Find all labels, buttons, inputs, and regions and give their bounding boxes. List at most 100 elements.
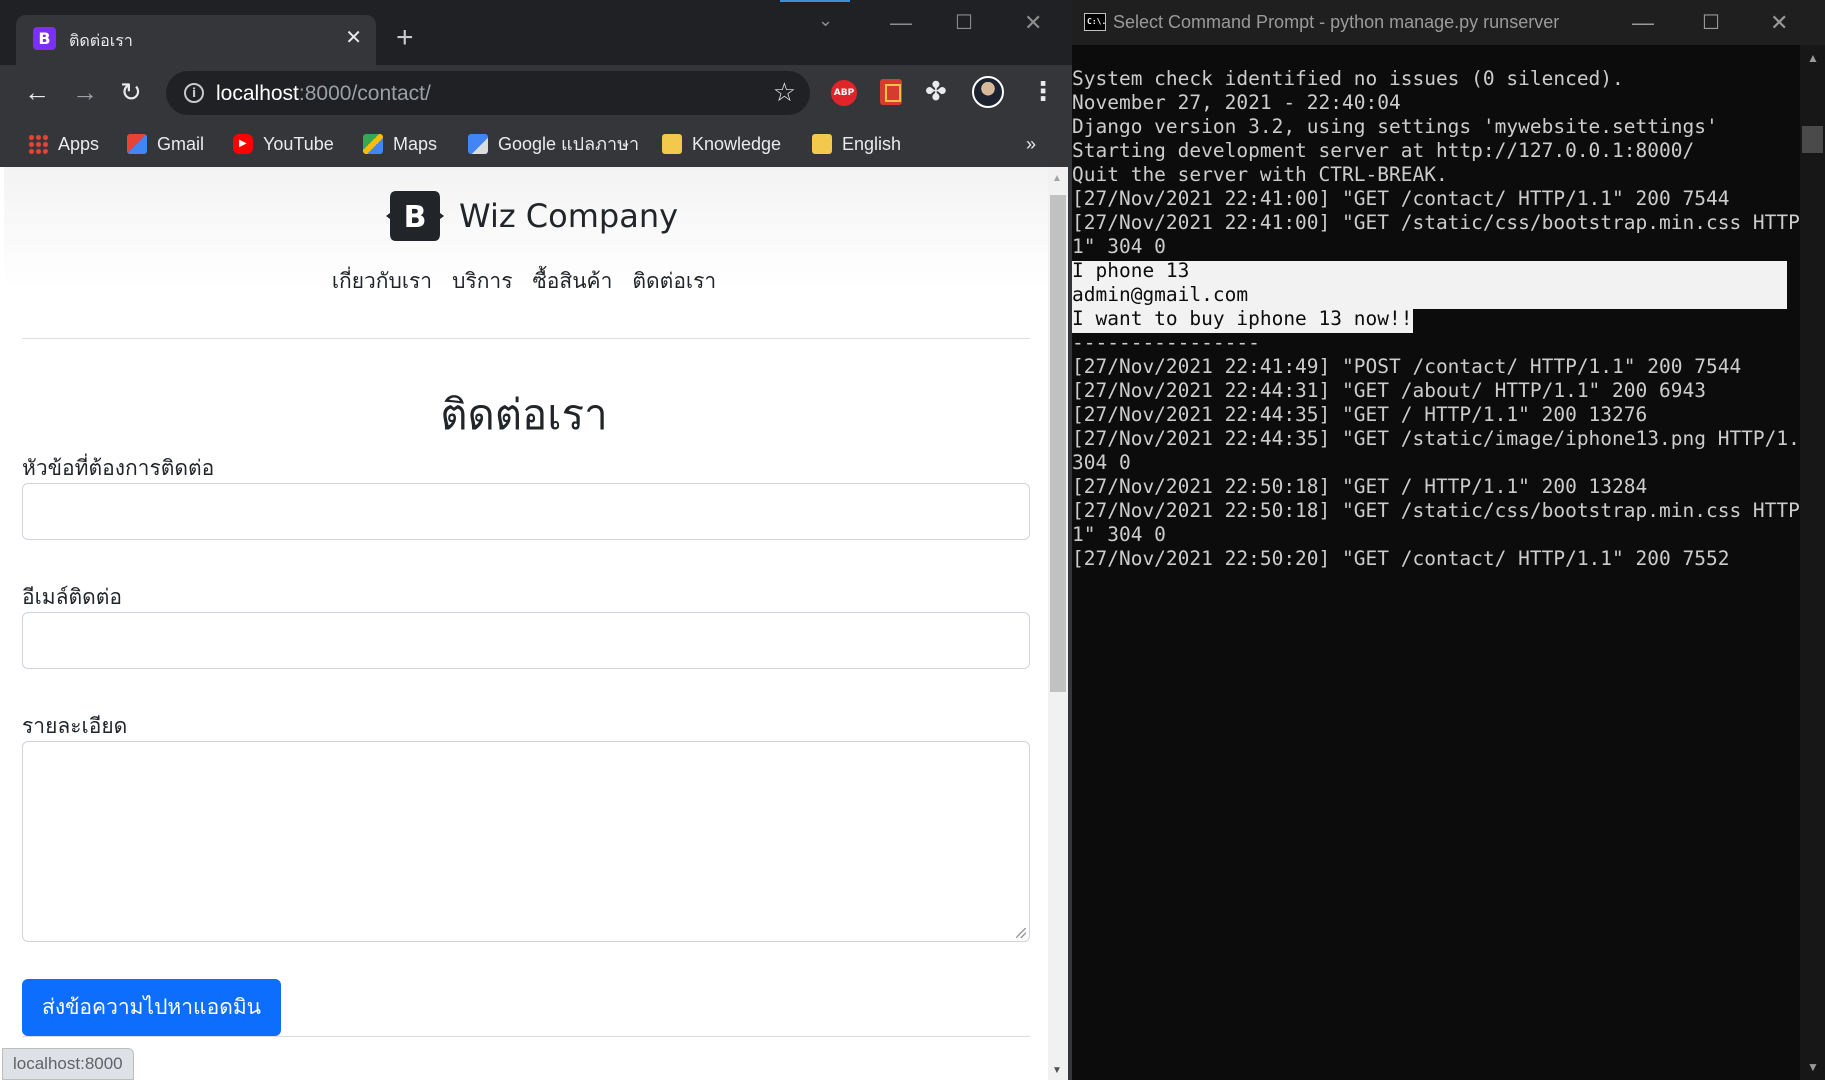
bookmark-label: Gmail <box>157 134 205 154</box>
subject-label: หัวข้อที่ต้องการติดต่อ <box>22 456 215 480</box>
url-host: localhost <box>216 82 299 105</box>
address-bar[interactable]: i localhost:8000/contact/ ☆ <box>166 71 810 115</box>
brand-logo-letter: B <box>404 200 427 235</box>
bookmark-maps[interactable]: Maps <box>363 133 437 157</box>
command-prompt-window: C:\. Select Command Prompt - python mana… <box>1072 0 1825 1080</box>
browser-menu-icon[interactable]: ⋮ <box>1030 77 1056 105</box>
cmd-scroll-thumb[interactable] <box>1802 126 1823 153</box>
console-line: admin@gmail.com <box>1072 283 1249 306</box>
detail-label: รายละเอียด <box>22 714 128 738</box>
scroll-thumb[interactable] <box>1050 195 1066 692</box>
detail-textarea[interactable] <box>22 741 1030 942</box>
minimize-icon[interactable]: — <box>890 10 912 36</box>
status-bubble: localhost:8000 <box>2 1048 134 1080</box>
bookmark-label: YouTube <box>263 134 334 154</box>
new-tab-icon[interactable]: + <box>396 20 414 56</box>
bookmark-google-translate[interactable]: Google แปลภาษา <box>468 133 639 157</box>
resize-grip-icon[interactable] <box>1016 928 1026 938</box>
url-text[interactable]: localhost:8000/contact/ <box>216 82 431 106</box>
bookmarks-bar: Apps Gmail YouTube Maps Google แปลภาษา K… <box>0 121 1072 167</box>
cmd-scroll-up-icon[interactable]: ▲ <box>1807 51 1819 65</box>
page-scrollbar[interactable]: ▲ ▼ <box>1048 167 1068 1080</box>
tab-contact[interactable]: B ติดต่อเรา ✕ <box>16 15 376 65</box>
console-line: [27/Nov/2021 22:44:35] "GET /static/imag… <box>1072 427 1824 450</box>
bookmark-label: Knowledge <box>692 134 782 154</box>
google-translate-icon <box>468 134 488 154</box>
nav-contact[interactable]: ติดต่อเรา <box>632 265 716 298</box>
profile-avatar[interactable] <box>972 76 1004 108</box>
browser-window: B ติดต่อเรา ✕ + ⌄ — ☐ ✕ ← → ↻ i localhos… <box>0 0 1072 1080</box>
close-window-icon[interactable]: ✕ <box>1024 10 1042 36</box>
url-path: :8000/contact/ <box>298 82 431 105</box>
cmd-scroll-down-icon[interactable]: ▼ <box>1807 1060 1819 1074</box>
cmd-minimize-icon[interactable]: — <box>1632 10 1654 36</box>
bookmark-youtube[interactable]: YouTube <box>233 133 334 157</box>
console-line: I want to buy iphone 13 now!!! <box>1072 307 1425 330</box>
scroll-up-icon[interactable]: ▲ <box>1052 173 1062 184</box>
tab-title: ติดต่อเรา <box>69 33 133 50</box>
extension-icon[interactable] <box>880 79 902 105</box>
console-line: Starting development server at http://12… <box>1072 139 1695 162</box>
cmd-close-icon[interactable]: ✕ <box>1770 10 1788 36</box>
site-info-icon[interactable]: i <box>184 83 204 103</box>
console-line: [27/Nov/2021 22:44:35] "GET / HTTP/1.1" … <box>1072 403 1648 426</box>
bookmark-label: English <box>842 134 902 154</box>
console-line: 304 0 <box>1072 451 1131 474</box>
console-line: I phone 13 <box>1072 259 1190 282</box>
gmail-icon <box>127 134 147 154</box>
cmd-title: Select Command Prompt - python manage.py… <box>1113 12 1560 32</box>
folder-icon <box>812 134 832 154</box>
bookmark-folder-knowledge[interactable]: Knowledge <box>662 133 781 157</box>
bookmarks-more-icon[interactable]: » <box>1026 133 1036 157</box>
scroll-down-icon[interactable]: ▼ <box>1052 1065 1062 1076</box>
forward-icon[interactable]: → <box>72 77 98 107</box>
bookmark-label: Maps <box>393 134 438 154</box>
console-line: Quit the server with CTRL-BREAK. <box>1072 163 1448 186</box>
web-page: B Wiz Company เกี่ยวกับเรา บริการ ซื้อสินค… <box>4 167 1048 1080</box>
console-line: 1" 304 0 <box>1072 523 1166 546</box>
bookmark-apps[interactable]: Apps <box>28 133 99 157</box>
cmd-maximize-icon[interactable]: ☐ <box>1702 10 1720 35</box>
console-output[interactable]: System check identified no issues (0 sil… <box>1072 45 1825 1080</box>
console-line: [27/Nov/2021 22:41:00] "GET /static/css/… <box>1072 211 1825 234</box>
email-input[interactable] <box>22 612 1030 669</box>
tab-strip-accent <box>780 0 850 2</box>
apps-grid-icon <box>28 134 48 154</box>
maps-icon <box>363 134 383 154</box>
console-line: [27/Nov/2021 22:50:18] "GET /static/css/… <box>1072 499 1825 522</box>
extensions-puzzle-icon[interactable]: ✤ <box>925 76 947 107</box>
back-icon[interactable]: ← <box>24 77 50 107</box>
nav-shop[interactable]: ซื้อสินค้า <box>533 265 613 298</box>
adblock-icon[interactable]: ABP <box>831 80 857 106</box>
submit-button[interactable]: ส่งข้อความไปหาแอดมิน <box>22 979 282 1036</box>
brand-name: Wiz Company <box>459 197 679 235</box>
console-line: System check identified no issues (0 sil… <box>1072 67 1624 90</box>
nav-about[interactable]: เกี่ยวกับเรา <box>332 265 432 298</box>
site-nav: เกี่ยวกับเรา บริการ ซื้อสินค้า ติดต่อเรา <box>4 265 1044 298</box>
browser-toolbar: ← → ↻ i localhost:8000/contact/ ☆ ABP ✤ … <box>0 65 1072 121</box>
bookmark-gmail[interactable]: Gmail <box>127 133 204 157</box>
cmd-titlebar: C:\. Select Command Prompt - python mana… <box>1072 0 1825 45</box>
nav-services[interactable]: บริการ <box>452 265 512 298</box>
console-lines: System check identified no issues (0 sil… <box>1072 67 1825 571</box>
email-label: อีเมล์ติดต่อ <box>22 585 123 609</box>
maximize-icon[interactable]: ☐ <box>955 10 973 35</box>
tab-search-icon[interactable]: ⌄ <box>818 10 833 31</box>
console-line: [27/Nov/2021 22:44:31] "GET /about/ HTTP… <box>1072 379 1706 402</box>
cmd-scrollbar[interactable]: ▲ ▼ <box>1800 45 1825 1080</box>
page-title: ติดต่อเรา <box>440 390 608 439</box>
subject-input[interactable] <box>22 483 1030 540</box>
folder-icon <box>662 134 682 154</box>
console-line: [27/Nov/2021 22:50:20] "GET /contact/ HT… <box>1072 547 1730 570</box>
bookmark-star-icon[interactable]: ☆ <box>773 77 796 108</box>
header-divider <box>22 338 1030 339</box>
bookmark-label: Google แปลภาษา <box>498 134 640 154</box>
console-line: [27/Nov/2021 22:50:18] "GET / HTTP/1.1" … <box>1072 475 1648 498</box>
reload-icon[interactable]: ↻ <box>120 77 142 107</box>
console-line: November 27, 2021 - 22:40:04 <box>1072 91 1401 114</box>
console-line: 1" 304 0 <box>1072 235 1166 258</box>
console-line: ---------------- <box>1072 331 1260 354</box>
console-line: [27/Nov/2021 22:41:00] "GET /contact/ HT… <box>1072 187 1730 210</box>
tab-close-icon[interactable]: ✕ <box>345 26 362 50</box>
bookmark-folder-english[interactable]: English <box>812 133 901 157</box>
